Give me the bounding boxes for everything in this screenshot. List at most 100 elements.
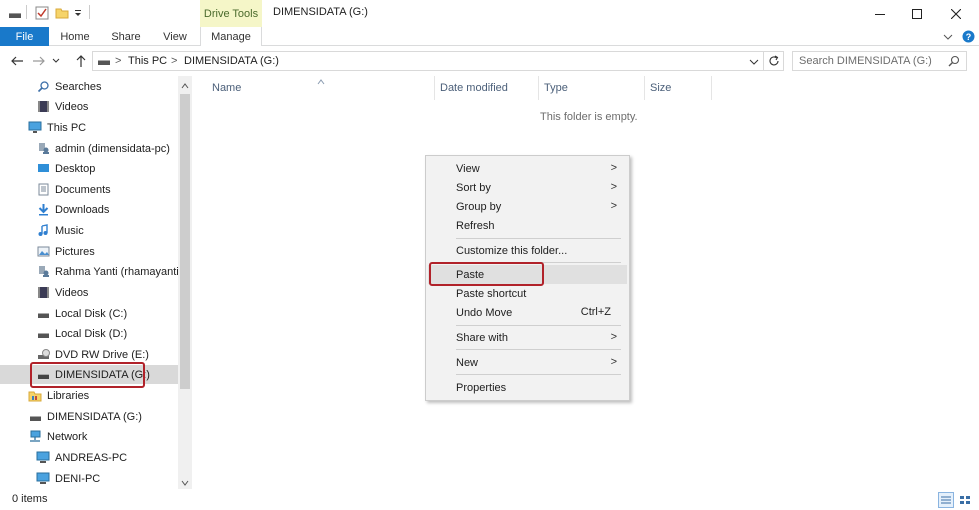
nav-pane-scrollbar[interactable]: [178, 76, 192, 489]
nav-item-admin[interactable]: admin (dimensidata-pc): [36, 139, 170, 158]
refresh-button[interactable]: [764, 51, 784, 71]
search-icon: [36, 80, 50, 94]
nav-item-network[interactable]: Network: [28, 427, 87, 446]
large-icons-view-button[interactable]: [957, 492, 973, 508]
column-header-name[interactable]: Name: [192, 76, 435, 100]
chevron-down-icon: [52, 58, 60, 63]
submenu-arrow-icon: >: [610, 181, 617, 193]
drive-icon: [28, 410, 42, 424]
properties-icon[interactable]: [35, 6, 49, 20]
nav-item-this-pc[interactable]: This PC: [28, 118, 86, 137]
menu-item-new[interactable]: New >: [428, 353, 627, 372]
nav-item-videos[interactable]: Videos: [36, 283, 88, 302]
minimize-icon: [875, 13, 885, 15]
drive-icon: [97, 55, 111, 70]
nav-item-local-disk-d[interactable]: Local Disk (D:): [36, 324, 127, 343]
nav-item-documents[interactable]: Documents: [36, 180, 111, 199]
breadcrumb-this-pc[interactable]: This PC: [128, 55, 167, 67]
documents-icon: [36, 183, 50, 197]
search-box[interactable]: [792, 51, 967, 71]
new-folder-icon[interactable]: [55, 6, 69, 20]
column-header-size[interactable]: Size: [645, 76, 712, 100]
help-button[interactable]: ?: [960, 27, 976, 46]
nav-item-andreas-pc[interactable]: ANDREAS-PC: [36, 448, 127, 467]
sort-ascending-icon: [317, 76, 325, 88]
address-bar[interactable]: > This PC > DIMENSIDATA (G:): [92, 51, 764, 71]
shortcut-ctrl-z: Ctrl+Z: [580, 306, 611, 318]
submenu-arrow-icon: >: [610, 331, 617, 343]
network-icon: [28, 430, 42, 444]
nav-item-videos[interactable]: Videos: [36, 97, 88, 116]
dvd-drive-icon: [36, 348, 50, 362]
drive-tools-tab-group: Drive Tools: [200, 0, 262, 27]
up-button[interactable]: [73, 53, 89, 69]
menu-item-customize-folder[interactable]: Customize this folder...: [428, 241, 627, 260]
close-button[interactable]: [933, 0, 979, 27]
column-header-date-modified[interactable]: Date modified: [435, 76, 539, 100]
nav-item-deni-pc[interactable]: DENI-PC: [36, 469, 100, 488]
back-button[interactable]: [9, 53, 25, 69]
highlight-box-paste: [429, 262, 544, 286]
address-history-dropdown[interactable]: [749, 57, 759, 69]
breadcrumb-separator[interactable]: >: [115, 55, 121, 67]
scroll-thumb[interactable]: [180, 94, 190, 389]
details-view-button[interactable]: [938, 492, 954, 508]
menu-item-share-with[interactable]: Share with >: [428, 328, 627, 347]
tab-manage[interactable]: Manage: [200, 27, 262, 47]
nav-item-desktop[interactable]: Desktop: [36, 159, 95, 178]
menu-item-properties[interactable]: Properties: [428, 378, 627, 397]
libraries-icon: [28, 389, 42, 403]
drive-icon: [36, 307, 50, 321]
nav-item-local-disk-c[interactable]: Local Disk (C:): [36, 304, 127, 323]
customize-qat-icon[interactable]: [73, 6, 83, 20]
menu-item-paste-shortcut[interactable]: Paste shortcut: [428, 284, 627, 303]
column-header-type[interactable]: Type: [539, 76, 645, 100]
videos-folder-icon: [36, 100, 50, 114]
menu-item-group-by[interactable]: Group by >: [428, 197, 627, 216]
tab-home[interactable]: Home: [53, 27, 97, 46]
menu-item-undo-move[interactable]: Undo Move Ctrl+Z: [428, 303, 627, 322]
submenu-arrow-icon: >: [610, 356, 617, 368]
forward-button[interactable]: [31, 53, 47, 69]
recent-locations-button[interactable]: [51, 53, 61, 69]
details-view-icon: [941, 496, 951, 504]
refresh-icon: [769, 55, 779, 66]
breadcrumb-current-drive[interactable]: DIMENSIDATA (G:): [184, 55, 279, 67]
chevron-down-icon: [943, 34, 953, 40]
title-bar: Drive Tools DIMENSIDATA (G:): [0, 0, 979, 27]
help-icon: ?: [962, 30, 974, 43]
drive-icon: [8, 6, 22, 20]
highlight-box-selected-drive: [30, 362, 145, 388]
arrow-up-icon: [76, 55, 86, 67]
watermark-logo: [895, 325, 975, 375]
arrow-right-icon: [33, 56, 45, 66]
downloads-icon: [36, 203, 50, 217]
tab-view[interactable]: View: [153, 27, 197, 46]
empty-folder-message: This folder is empty.: [540, 111, 638, 123]
scroll-up-icon[interactable]: [181, 80, 189, 92]
window-title: DIMENSIDATA (G:): [273, 6, 368, 18]
item-count: 0 items: [12, 493, 48, 505]
breadcrumb-separator[interactable]: >: [171, 55, 177, 67]
computer-icon: [36, 472, 50, 486]
menu-item-view[interactable]: View >: [428, 159, 627, 178]
maximize-icon: [912, 8, 922, 19]
nav-item-dimensidata-g[interactable]: DIMENSIDATA (G:): [28, 407, 142, 426]
scroll-down-icon[interactable]: [181, 477, 189, 489]
nav-item-music[interactable]: Music: [36, 221, 84, 240]
tab-share[interactable]: Share: [104, 27, 148, 46]
menu-separator: [456, 238, 621, 239]
nav-item-libraries[interactable]: Libraries: [28, 386, 89, 405]
nav-item-rahma-yanti[interactable]: Rahma Yanti (rhamayanti): [36, 262, 182, 281]
menu-item-refresh[interactable]: Refresh: [428, 216, 627, 235]
nav-item-pictures[interactable]: Pictures: [36, 242, 95, 261]
menu-item-sort-by[interactable]: Sort by >: [428, 178, 627, 197]
address-row: > This PC > DIMENSIDATA (G:): [0, 46, 979, 76]
search-input[interactable]: [793, 52, 943, 70]
desktop-icon: [36, 162, 50, 176]
expand-ribbon-button[interactable]: [940, 27, 956, 46]
tab-file[interactable]: File: [0, 27, 49, 46]
music-icon: [36, 224, 50, 238]
nav-item-searches[interactable]: Searches: [36, 77, 101, 96]
nav-item-downloads[interactable]: Downloads: [36, 200, 109, 219]
